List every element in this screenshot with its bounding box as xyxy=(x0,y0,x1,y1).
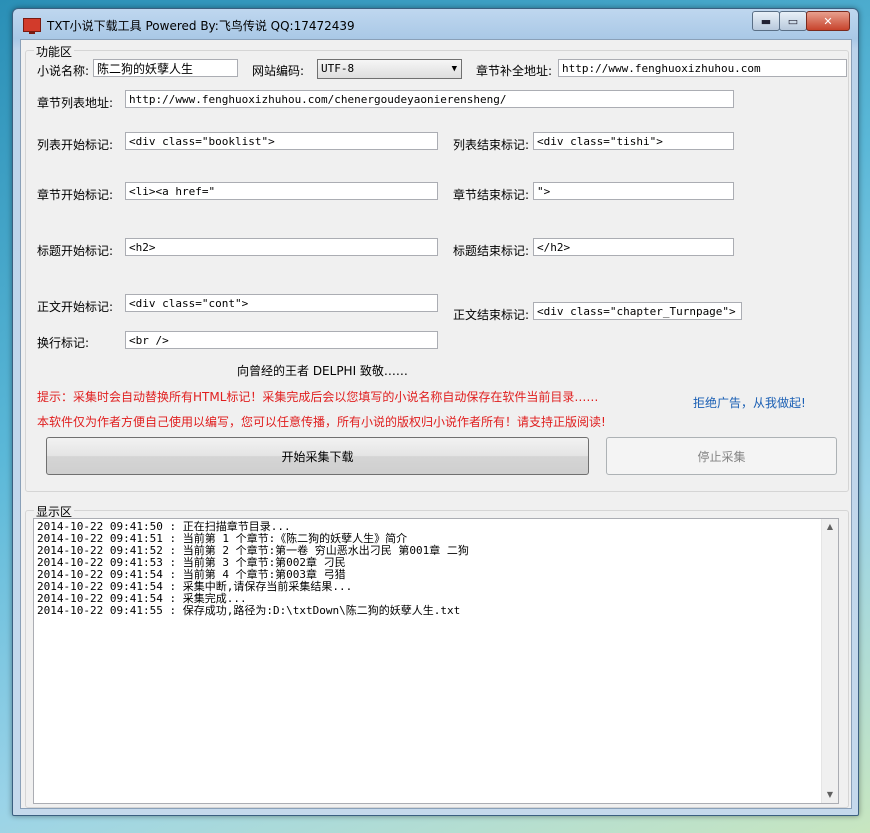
tip-text-2: 本软件仅为作者方便自己使用以编写，您可以任意传播，所有小说的版权归小说作者所有！… xyxy=(37,415,606,429)
body-end-label: 正文结束标记: xyxy=(453,308,530,322)
title-end-label: 标题结束标记: xyxy=(453,244,530,258)
title-end-input[interactable]: </h2> xyxy=(533,238,734,256)
encoding-value: UTF-8 xyxy=(321,62,355,75)
title-start-label: 标题开始标记: xyxy=(37,244,114,258)
chevron-down-icon: ▼ xyxy=(451,64,457,74)
newline-input[interactable]: <br /> xyxy=(125,331,438,349)
newline-label: 换行标记: xyxy=(37,336,90,350)
chapter-end-input[interactable]: "> xyxy=(533,182,734,200)
no-ads-text: 拒绝广告，从我做起! xyxy=(693,396,806,410)
title-bar[interactable]: TXT小说下载工具 Powered By:飞鸟传说 QQ:17472439 ▬ … xyxy=(13,9,858,39)
app-window: TXT小说下载工具 Powered By:飞鸟传说 QQ:17472439 ▬ … xyxy=(12,8,859,816)
start-download-button[interactable]: 开始采集下载 xyxy=(46,437,589,475)
log-scrollbar[interactable]: ▲ ▼ xyxy=(821,519,838,803)
client-area: 功能区 小说名称: 陈二狗的妖孽人生 网站编码: UTF-8 ▼ 章节补全地址:… xyxy=(20,39,852,809)
list-start-input[interactable]: <div class="booklist"> xyxy=(125,132,438,150)
novel-name-input[interactable]: 陈二狗的妖孽人生 xyxy=(93,59,238,77)
scroll-up-arrow-icon[interactable]: ▲ xyxy=(822,519,838,535)
encoding-label: 网站编码: xyxy=(252,64,305,78)
chapter-list-url-label: 章节列表地址: xyxy=(37,96,114,110)
tribute-text: 向曾经的王者 DELPHI 致敬…… xyxy=(237,364,408,378)
title-start-input[interactable]: <h2> xyxy=(125,238,438,256)
chapter-end-label: 章节结束标记: xyxy=(453,188,530,202)
novel-name-label: 小说名称: xyxy=(37,64,90,78)
list-end-label: 列表结束标记: xyxy=(453,138,530,152)
monitor-icon xyxy=(23,18,41,34)
chapter-list-url-input[interactable]: http://www.fenghuoxizhuhou.com/chenergou… xyxy=(125,90,734,108)
base-url-input[interactable]: http://www.fenghuoxizhuhou.com xyxy=(558,59,847,77)
log-lines: 2014-10-22 09:41:50 : 正在扫描章节目录... 2014-1… xyxy=(37,521,469,617)
stop-collect-button[interactable]: 停止采集 xyxy=(606,437,837,475)
chapter-start-input[interactable]: <li><a href=" xyxy=(125,182,438,200)
encoding-select[interactable]: UTF-8 ▼ xyxy=(317,59,462,79)
body-start-input[interactable]: <div class="cont"> xyxy=(125,294,438,312)
function-area-title: 功能区 xyxy=(34,43,75,60)
log-textarea[interactable]: 2014-10-22 09:41:50 : 正在扫描章节目录... 2014-1… xyxy=(33,518,839,804)
scroll-down-arrow-icon[interactable]: ▼ xyxy=(822,787,838,803)
list-start-label: 列表开始标记: xyxy=(37,138,114,152)
body-start-label: 正文开始标记: xyxy=(37,300,114,314)
body-end-input[interactable]: <div class="chapter_Turnpage"> xyxy=(533,302,742,320)
tip-text-1: 提示：采集时会自动替换所有HTML标记！采集完成后会以您填写的小说名称自动保存在… xyxy=(37,390,599,404)
maximize-button[interactable]: ▭ xyxy=(779,11,807,31)
base-url-label: 章节补全地址: xyxy=(476,64,553,78)
close-button[interactable]: ✕ xyxy=(806,11,850,31)
chapter-start-label: 章节开始标记: xyxy=(37,188,114,202)
list-end-input[interactable]: <div class="tishi"> xyxy=(533,132,734,150)
minimize-button[interactable]: ▬ xyxy=(752,11,780,31)
log-line: 2014-10-22 09:41:55 : 保存成功,路径为:D:\txtDow… xyxy=(37,604,461,617)
window-title: TXT小说下载工具 Powered By:飞鸟传说 QQ:17472439 xyxy=(47,19,355,33)
